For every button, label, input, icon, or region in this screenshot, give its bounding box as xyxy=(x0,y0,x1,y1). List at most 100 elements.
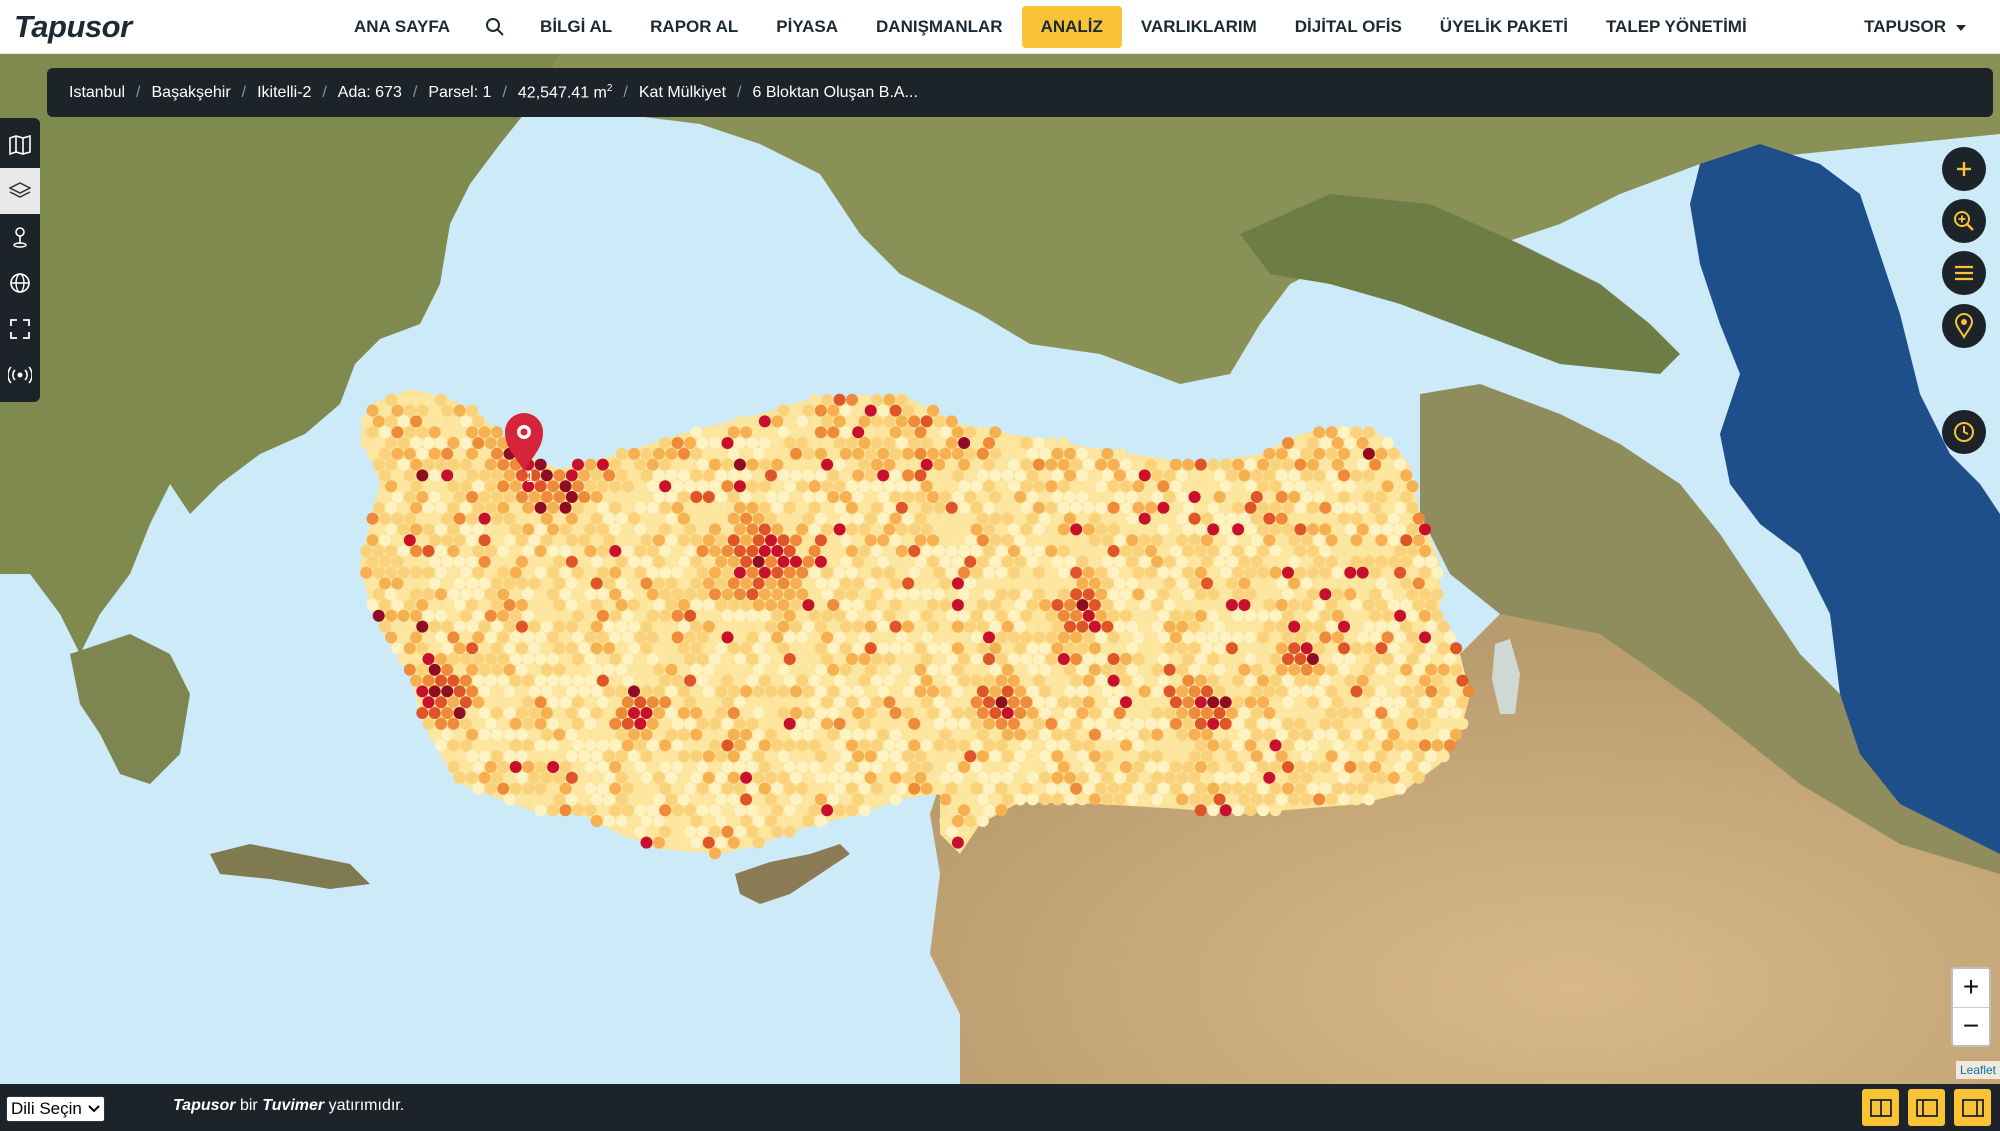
heat-hex xyxy=(466,707,479,719)
breadcrumb-city[interactable]: Istanbul xyxy=(69,84,125,102)
nav-analiz[interactable]: ANALİZ xyxy=(1021,6,1122,48)
breadcrumb-parsel[interactable]: Parsel: 1 xyxy=(428,84,491,102)
heat-hex xyxy=(435,523,447,536)
heat-hex xyxy=(565,663,578,676)
search-icon[interactable] xyxy=(469,6,521,48)
leaflet-attribution[interactable]: Leaflet xyxy=(1955,1061,2000,1079)
heat-hex xyxy=(733,480,746,493)
nav-piyasa[interactable]: PİYASA xyxy=(757,6,857,48)
heat-hex xyxy=(428,728,441,741)
heat-hex xyxy=(1051,771,1064,784)
heat-hex xyxy=(733,782,746,795)
menu-icon[interactable] xyxy=(1942,251,1986,295)
layout-side-panel-icon[interactable] xyxy=(1908,1089,1945,1126)
heat-hex xyxy=(1381,782,1394,795)
location-icon[interactable] xyxy=(1942,304,1986,348)
heat-hex xyxy=(665,771,678,784)
heat-hex xyxy=(1120,631,1132,644)
heat-hex xyxy=(403,512,416,525)
heat-hex xyxy=(802,491,815,503)
map-view[interactable]: 1 xyxy=(0,54,2000,1084)
nav-talep-yonetimi[interactable]: TALEP YÖNETİMİ xyxy=(1587,6,1766,48)
nav-bilgi-al[interactable]: BİLGİ AL xyxy=(521,6,631,48)
user-menu[interactable]: TAPUSOR xyxy=(1864,6,1966,48)
heat-hex xyxy=(927,404,939,417)
nav-uyelik-paketi[interactable]: ÜYELİK PAKETİ xyxy=(1421,6,1587,48)
heat-hex xyxy=(1057,761,1070,773)
heat-hex xyxy=(976,512,989,525)
heat-hex xyxy=(528,728,541,741)
language-select[interactable]: Dili Seçin xyxy=(6,1096,105,1122)
heat-hex xyxy=(1064,555,1076,568)
nav-dijital-ofis[interactable]: DİJİTAL OFİS xyxy=(1276,6,1421,48)
nav-varliklarim[interactable]: VARLIKLARIM xyxy=(1122,6,1276,48)
layout-left-panel-icon[interactable] xyxy=(1862,1089,1899,1126)
heat-hex xyxy=(771,825,784,838)
heat-hex xyxy=(1250,534,1263,547)
map-canvas[interactable]: 1 xyxy=(0,54,2000,1084)
breadcrumb-neighborhood[interactable]: Ikitelli-2 xyxy=(257,84,311,102)
heat-hex xyxy=(1213,750,1226,763)
heat-hex xyxy=(1113,599,1126,611)
heat-hex xyxy=(902,642,915,655)
clock-icon[interactable] xyxy=(1942,410,1986,454)
heat-hex xyxy=(466,426,479,439)
heat-hex xyxy=(727,815,740,827)
logo[interactable]: Tapusor xyxy=(14,9,132,45)
zoom-out-button[interactable]: − xyxy=(1953,1008,1989,1046)
globe-icon[interactable] xyxy=(0,260,40,306)
heat-hex xyxy=(578,620,591,633)
heat-hex xyxy=(1151,512,1164,525)
heat-hex xyxy=(1020,739,1033,752)
heat-hex xyxy=(1387,771,1400,784)
heat-hex xyxy=(1375,771,1388,784)
heat-hex xyxy=(790,404,802,417)
nav-danismanlar[interactable]: DANIŞMANLAR xyxy=(857,6,1022,48)
broadcast-icon[interactable] xyxy=(0,352,40,398)
layers-icon[interactable] xyxy=(0,168,40,214)
layout-right-panel-icon[interactable] xyxy=(1954,1089,1991,1126)
heat-hex xyxy=(1306,631,1319,644)
heat-hex xyxy=(939,512,952,525)
heat-hex xyxy=(397,545,410,557)
heat-hex xyxy=(790,815,802,827)
breadcrumb-description[interactable]: 6 Bloktan Oluşan B.A... xyxy=(752,84,917,102)
fullscreen-icon[interactable] xyxy=(0,306,40,352)
heat-hex xyxy=(659,458,672,471)
heat-hex xyxy=(1182,588,1195,601)
heat-hex xyxy=(628,512,640,525)
heat-hex xyxy=(1082,761,1095,773)
breadcrumb-district[interactable]: Başakşehir xyxy=(152,84,231,102)
heat-hex xyxy=(503,750,516,763)
heat-hex xyxy=(752,793,765,806)
pin-person-icon[interactable] xyxy=(0,214,40,260)
heat-hex xyxy=(839,599,852,611)
heat-hex xyxy=(1288,771,1301,784)
heat-hex xyxy=(603,620,616,633)
plus-icon[interactable] xyxy=(1942,147,1986,191)
heat-hex xyxy=(472,717,485,730)
heat-hex xyxy=(1450,685,1463,698)
heat-hex xyxy=(596,501,609,514)
breadcrumb-ada[interactable]: Ada: 673 xyxy=(338,84,402,102)
heat-hex xyxy=(1207,458,1220,471)
heat-hex xyxy=(839,707,852,719)
breadcrumb-ownership[interactable]: Kat Mülkiyet xyxy=(639,84,726,102)
zoom-search-icon[interactable] xyxy=(1942,199,1986,243)
heat-hex xyxy=(1088,577,1101,590)
heat-hex xyxy=(1288,447,1301,460)
map-icon[interactable] xyxy=(0,122,40,168)
breadcrumb-area[interactable]: 42,547.41 m2 xyxy=(518,83,613,102)
heat-hex xyxy=(1362,793,1375,806)
heat-hex xyxy=(1039,728,1052,741)
zoom-in-button[interactable]: + xyxy=(1953,969,1989,1008)
heat-hex xyxy=(1356,609,1369,622)
heat-hex xyxy=(827,663,840,676)
heat-hex xyxy=(416,555,429,568)
heat-hex xyxy=(1406,480,1419,493)
nav-rapor-al[interactable]: RAPOR AL xyxy=(631,6,757,48)
heat-hex xyxy=(889,512,902,525)
heat-hex xyxy=(733,415,746,428)
heat-hex xyxy=(677,728,690,741)
nav-ana-sayfa[interactable]: ANA SAYFA xyxy=(335,6,469,48)
